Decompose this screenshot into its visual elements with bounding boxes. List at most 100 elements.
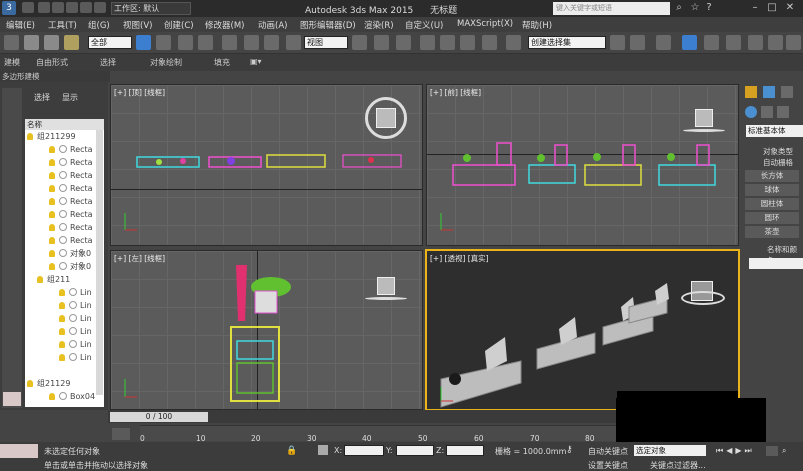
menu-modifiers[interactable]: 修改器(M): [205, 19, 244, 31]
menu-help[interactable]: 帮助(H): [522, 19, 552, 31]
save-file-icon[interactable]: [52, 2, 64, 13]
object-type-rollout[interactable]: 对象类型: [763, 146, 793, 157]
minimize-icon[interactable]: –: [748, 2, 762, 14]
list-item[interactable]: Recta: [49, 182, 93, 195]
list-item[interactable]: 对象0: [49, 247, 91, 260]
tab-modeling[interactable]: 建模: [4, 57, 20, 68]
playback-controls[interactable]: ⏮◀▶⏭: [716, 446, 755, 456]
select-object-icon[interactable]: [136, 35, 151, 50]
absolute-mode-icon[interactable]: [318, 445, 328, 455]
sphere-button[interactable]: 球体: [745, 184, 799, 196]
explorer-scrollbar[interactable]: [96, 130, 103, 395]
object-name-field[interactable]: [749, 258, 803, 269]
undo-toolbar-icon[interactable]: [4, 35, 19, 50]
list-item[interactable]: Lin: [59, 338, 92, 351]
explorer-column-name[interactable]: 名称: [25, 119, 104, 130]
list-item[interactable]: Lin: [59, 286, 92, 299]
scale-icon[interactable]: [264, 35, 279, 50]
autokey-button[interactable]: 自动关键点: [588, 446, 628, 457]
selection-filter-dropdown[interactable]: 全部: [88, 36, 132, 49]
list-item[interactable]: 组211: [37, 273, 70, 286]
percent-snap-icon[interactable]: [460, 35, 475, 50]
menu-customize[interactable]: 自定义(U): [405, 19, 443, 31]
menu-maxscript[interactable]: MAXScript(X): [457, 19, 513, 29]
list-item[interactable]: Recta: [49, 169, 93, 182]
window-crossing-icon[interactable]: [198, 35, 213, 50]
autogrid-checkbox[interactable]: 自动栅格: [763, 157, 793, 168]
project-folder-icon[interactable]: [94, 2, 106, 13]
viewport-front[interactable]: [+] [前] [线框]: [426, 84, 739, 246]
angle-snap-icon[interactable]: [440, 35, 455, 50]
modify-tab-icon[interactable]: [763, 86, 775, 98]
primitive-type-dropdown[interactable]: 标准基本体: [746, 125, 803, 137]
align-icon[interactable]: [630, 35, 645, 50]
rotate-icon[interactable]: [244, 35, 259, 50]
rendered-frame-icon[interactable]: [768, 35, 783, 50]
link-icon[interactable]: [24, 35, 39, 50]
snaps-toggle-icon[interactable]: [420, 35, 435, 50]
key-icon[interactable]: ⚷: [566, 445, 580, 455]
maxscript-listener[interactable]: [0, 444, 38, 458]
named-selection-dropdown[interactable]: 创建选择集: [528, 36, 606, 49]
list-item[interactable]: 对象0: [49, 260, 91, 273]
time-slider[interactable]: 0 / 100: [110, 412, 208, 422]
viewport-top[interactable]: [+] [顶] [线框]: [110, 84, 423, 246]
x-coord-field[interactable]: [344, 445, 384, 456]
viewport-perspective[interactable]: [+] [透视] [真实]: [425, 249, 740, 411]
torus-button[interactable]: 圆环: [745, 212, 799, 224]
menu-create[interactable]: 创建(C): [164, 19, 194, 31]
list-item[interactable]: Recta: [49, 143, 93, 156]
help-icon[interactable]: ?: [702, 2, 716, 14]
reference-coord-dropdown[interactable]: 视图: [304, 36, 348, 49]
hierarchy-tab-icon[interactable]: [781, 86, 793, 98]
list-item[interactable]: Box04: [49, 390, 95, 403]
list-item[interactable]: Recta: [49, 234, 93, 247]
y-coord-field[interactable]: [396, 445, 434, 456]
explorer-tab-select[interactable]: 选择: [34, 92, 50, 103]
star-icon[interactable]: ☆: [688, 2, 702, 14]
spinner-snap-icon[interactable]: [482, 35, 497, 50]
shapes-icon[interactable]: [761, 106, 773, 118]
scene-explorer-icon[interactable]: [682, 35, 697, 50]
lights-icon[interactable]: [777, 106, 789, 118]
tab-object-paint[interactable]: 对象绘制: [150, 57, 182, 68]
list-item[interactable]: Lin: [59, 299, 92, 312]
menu-animation[interactable]: 动画(A): [258, 19, 287, 31]
rectangular-selection-icon[interactable]: [178, 35, 193, 50]
menu-group[interactable]: 组(G): [88, 19, 110, 31]
close-icon[interactable]: ✕: [783, 2, 797, 14]
render-setup-icon[interactable]: [748, 35, 763, 50]
menu-rendering[interactable]: 渲染(R): [364, 19, 394, 31]
list-item[interactable]: 组21129: [27, 377, 70, 390]
key-filters-button[interactable]: 关键点过滤器...: [650, 460, 706, 471]
list-item[interactable]: Recta: [49, 195, 93, 208]
tab-freeform[interactable]: 自由形式: [36, 57, 68, 68]
cylinder-button[interactable]: 圆柱体: [745, 198, 799, 210]
list-item[interactable]: Lin: [59, 351, 92, 364]
frame-field[interactable]: [766, 446, 778, 456]
teapot-button[interactable]: 茶壶: [745, 226, 799, 238]
box-button[interactable]: 长方体: [745, 170, 799, 182]
mini-curve-editor-icon[interactable]: [112, 428, 130, 440]
search-input[interactable]: 键入关键字或短语: [553, 2, 670, 15]
list-item[interactable]: Recta: [49, 156, 93, 169]
material-editor-icon[interactable]: [726, 35, 741, 50]
render-production-icon[interactable]: [786, 35, 801, 50]
layer-manager-icon[interactable]: [656, 35, 671, 50]
menu-tools[interactable]: 工具(T): [48, 19, 77, 31]
set-key-button[interactable]: 设置关键点: [588, 460, 628, 471]
tab-populate[interactable]: 填充: [214, 57, 230, 68]
lock-selection-icon[interactable]: 🔒: [286, 446, 297, 457]
zoom-icon[interactable]: ⌕: [782, 446, 796, 456]
key-filter-dropdown[interactable]: 选定对象: [634, 445, 706, 456]
z-coord-field[interactable]: [446, 445, 484, 456]
create-tab-icon[interactable]: [745, 86, 757, 98]
new-file-icon[interactable]: [22, 2, 34, 13]
unlink-icon[interactable]: [44, 35, 59, 50]
list-item[interactable]: 组211299: [27, 130, 76, 143]
pivot-center-icon[interactable]: [352, 35, 367, 50]
list-item[interactable]: Recta: [49, 208, 93, 221]
menu-edit[interactable]: 编辑(E): [6, 19, 35, 31]
select-and-place-icon[interactable]: [286, 35, 301, 50]
list-item[interactable]: Lin: [59, 312, 92, 325]
